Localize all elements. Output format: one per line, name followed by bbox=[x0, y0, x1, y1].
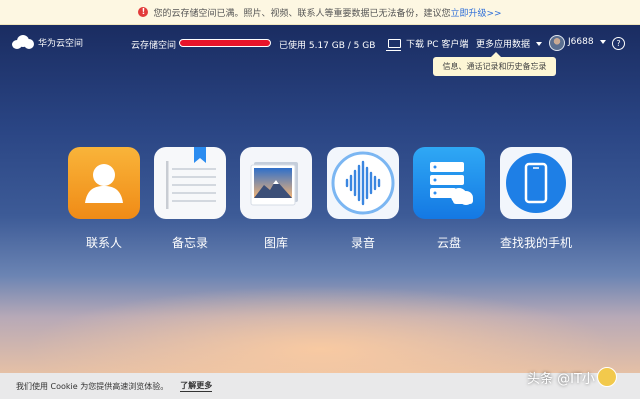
watermark-text: 头条 @IT小 bbox=[527, 371, 595, 387]
storage-progress-bar bbox=[179, 39, 271, 47]
top-nav: 华为云空间 云存储空间 已使用 5.17 GB / 5 GB 下载 PC 客户端… bbox=[0, 26, 640, 60]
avatar[interactable] bbox=[549, 35, 565, 51]
monitor-icon bbox=[386, 39, 401, 51]
learn-more-link[interactable]: 了解更多 bbox=[180, 380, 213, 392]
phone-icon bbox=[500, 147, 572, 219]
app-label: 云盘 bbox=[436, 236, 461, 250]
app-label: 图库 bbox=[263, 236, 288, 250]
more-app-data-dropdown[interactable]: 更多应用数据 bbox=[476, 37, 543, 50]
chevron-down-icon bbox=[536, 41, 543, 46]
app-contacts[interactable]: 联系人 bbox=[68, 147, 140, 251]
logo[interactable]: 华为云空间 bbox=[12, 35, 83, 49]
app-gallery[interactable]: 图库 bbox=[240, 147, 312, 251]
username: J6688 bbox=[568, 37, 594, 47]
storage-label: 云存储空间 bbox=[131, 41, 177, 51]
upgrade-link[interactable]: 立即升级>> bbox=[450, 6, 501, 19]
app-notes[interactable]: 备忘录 bbox=[154, 147, 226, 251]
mascot-icon bbox=[596, 367, 617, 387]
app-cloud-drive[interactable]: 云盘 bbox=[413, 147, 485, 251]
download-label: 下载 PC 客户端 bbox=[406, 40, 469, 50]
banner-text: 您的云存储空间已满。照片、视频、联系人等重要数据已无法备份，建议您 bbox=[153, 8, 451, 19]
more-data-tooltip: 信息、通话记录和历史备忘录 bbox=[433, 52, 556, 76]
cloud-drive-icon bbox=[413, 147, 485, 219]
cookie-text: 我们使用 Cookie 为您提供高速浏览体验。 bbox=[16, 381, 169, 391]
help-icon[interactable]: ? bbox=[612, 37, 625, 50]
app-find-my-phone[interactable]: 查找我的手机 bbox=[500, 147, 572, 251]
notes-icon bbox=[154, 147, 226, 219]
app-recorder[interactable]: 录音 bbox=[327, 147, 399, 251]
more-label: 更多应用数据 bbox=[476, 40, 531, 50]
microphone-waveform-icon bbox=[327, 147, 399, 219]
user-menu[interactable]: J6688 bbox=[568, 37, 606, 47]
chevron-down-icon bbox=[599, 40, 606, 44]
alert-icon: ! bbox=[138, 7, 149, 17]
watermark: 头条 @IT小 bbox=[527, 367, 617, 387]
cloud-icon bbox=[12, 35, 34, 49]
app-label: 联系人 bbox=[85, 236, 122, 250]
logo-text: 华为云空间 bbox=[38, 38, 84, 49]
download-pc-client-link[interactable]: 下载 PC 客户端 bbox=[386, 37, 469, 51]
app-label: 录音 bbox=[350, 236, 375, 250]
storage-used-text: 已使用 5.17 GB / 5 GB bbox=[279, 41, 376, 51]
app-label: 查找我的手机 bbox=[500, 236, 573, 250]
gallery-icon bbox=[240, 147, 312, 219]
app-label: 备忘录 bbox=[171, 236, 208, 250]
contacts-icon bbox=[68, 147, 140, 219]
storage-full-banner: ! 您的云存储空间已满。照片、视频、联系人等重要数据已无法备份，建议您 立即升级… bbox=[0, 0, 640, 25]
